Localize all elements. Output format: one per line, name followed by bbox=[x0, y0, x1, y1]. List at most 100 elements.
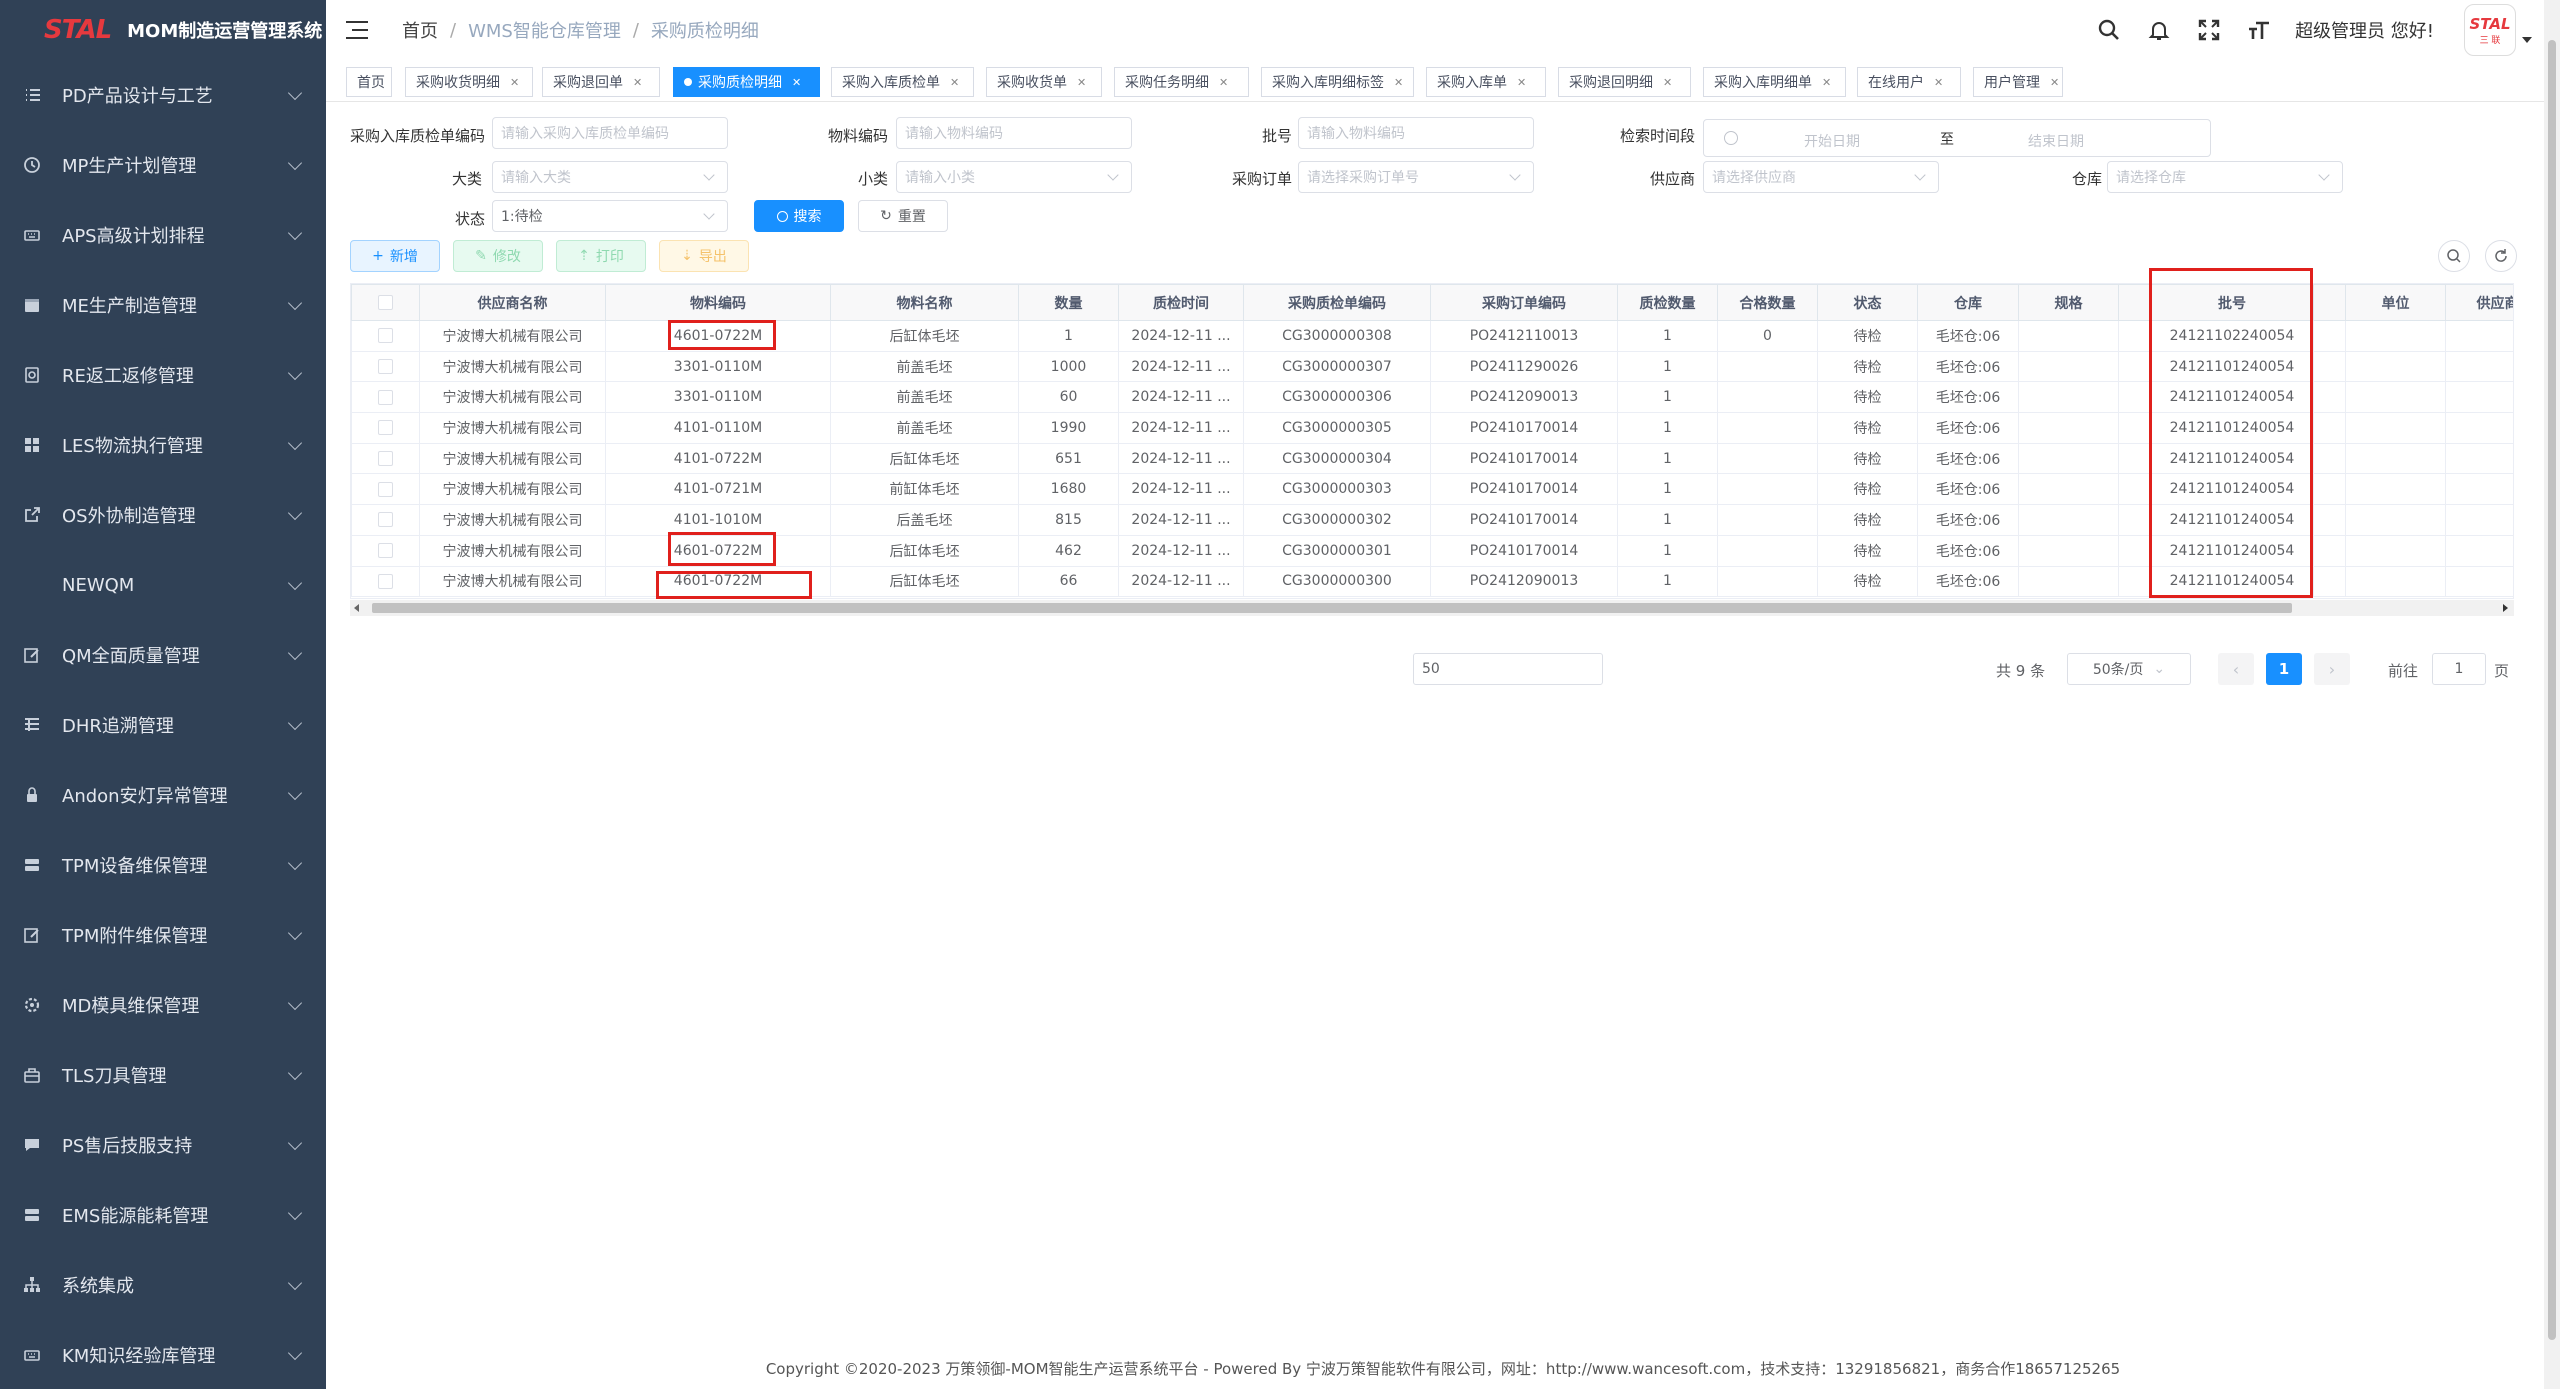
close-icon[interactable]: ✕ bbox=[950, 76, 959, 89]
sidebar-item-17[interactable]: 系统集成 bbox=[0, 1250, 326, 1320]
close-icon[interactable]: ✕ bbox=[1663, 76, 1672, 89]
breadcrumb-home[interactable]: 首页 bbox=[402, 17, 438, 43]
sidebar-item-14[interactable]: TLS刀具管理 bbox=[0, 1040, 326, 1110]
sidebar-item-1[interactable]: MP生产计划管理 bbox=[0, 130, 326, 200]
tag-12[interactable]: 用户管理 ✕ bbox=[1973, 67, 2063, 97]
row-checkbox[interactable] bbox=[378, 512, 393, 528]
sidebar-item-5[interactable]: LES物流执行管理 bbox=[0, 410, 326, 480]
column-header[interactable] bbox=[2313, 284, 2346, 321]
column-header[interactable]: 状态 bbox=[1817, 284, 1918, 321]
column-header[interactable]: 规格 bbox=[2018, 284, 2119, 321]
breadcrumb-wms[interactable]: WMS智能仓库管理 bbox=[468, 17, 621, 43]
sidebar-item-8[interactable]: QM全面质量管理 bbox=[0, 620, 326, 690]
row-checkbox[interactable] bbox=[378, 389, 393, 405]
row-checkbox-cell[interactable] bbox=[351, 320, 420, 352]
column-header[interactable]: 质检时间 bbox=[1118, 284, 1244, 321]
page-size-select[interactable]: 50条/页 ⌄ bbox=[2067, 653, 2191, 685]
sidebar-item-10[interactable]: Andon安灯异常管理 bbox=[0, 760, 326, 830]
row-checkbox-cell[interactable] bbox=[351, 534, 420, 567]
search-button[interactable]: 搜索 bbox=[754, 200, 844, 232]
close-icon[interactable]: ✕ bbox=[633, 76, 642, 89]
export-button[interactable]: ⇣ 导出 bbox=[659, 240, 749, 272]
start-date[interactable]: 开始日期 bbox=[1804, 131, 1860, 151]
hamburger-icon[interactable] bbox=[346, 20, 372, 40]
row-checkbox[interactable] bbox=[378, 543, 393, 559]
close-icon[interactable]: ✕ bbox=[1219, 76, 1228, 89]
row-checkbox-cell[interactable] bbox=[351, 442, 420, 475]
sidebar-item-0[interactable]: PD产品设计与工艺 bbox=[0, 60, 326, 130]
scroll-right-icon[interactable] bbox=[2503, 604, 2508, 612]
sidebar-item-15[interactable]: PS售后技服支持 bbox=[0, 1110, 326, 1180]
warehouse-select[interactable]: 请选择仓库 bbox=[2107, 161, 2343, 193]
sidebar-item-13[interactable]: MD模具维保管理 bbox=[0, 970, 326, 1040]
close-icon[interactable]: ✕ bbox=[1934, 76, 1943, 89]
row-checkbox[interactable] bbox=[378, 328, 393, 344]
sidebar-item-18[interactable]: KM知识经验库管理 bbox=[0, 1320, 326, 1389]
app-logo[interactable]: STAL MOM制造运营管理系统 bbox=[0, 0, 326, 60]
sidebar-item-7[interactable]: NEWQM bbox=[0, 550, 326, 620]
tag-6[interactable]: 采购任务明细 ✕ bbox=[1114, 67, 1249, 97]
scroll-left-icon[interactable] bbox=[354, 604, 359, 612]
column-header[interactable]: 合格数量 bbox=[1717, 284, 1818, 321]
material-code-input[interactable]: 请输入物料编码 bbox=[896, 117, 1132, 149]
subcategory-select[interactable]: 请输入小类 bbox=[896, 161, 1132, 193]
row-checkbox-cell[interactable] bbox=[351, 504, 420, 536]
next-page-button[interactable]: › bbox=[2314, 653, 2350, 685]
select-all-checkbox-cell[interactable] bbox=[351, 284, 420, 321]
column-header[interactable]: 数量 bbox=[1018, 284, 1119, 321]
row-checkbox-cell[interactable] bbox=[351, 412, 420, 444]
tag-1[interactable]: 采购收货明细 ✕ bbox=[405, 67, 533, 97]
row-checkbox[interactable] bbox=[378, 481, 393, 497]
date-range-picker[interactable]: 开始日期 至 结束日期 bbox=[1703, 119, 2211, 157]
vertical-scrollbar[interactable] bbox=[2544, 0, 2560, 1389]
tag-8[interactable]: 采购入库单 ✕ bbox=[1426, 67, 1546, 97]
add-button[interactable]: + 新增 bbox=[350, 240, 440, 272]
tag-5[interactable]: 采购收货单 ✕ bbox=[986, 67, 1102, 97]
row-checkbox-cell[interactable] bbox=[351, 473, 420, 506]
tag-10[interactable]: 采购入库明细单 ✕ bbox=[1703, 67, 1846, 97]
tag-0[interactable]: 首页 bbox=[346, 67, 392, 97]
close-icon[interactable]: ✕ bbox=[1077, 76, 1086, 89]
current-page[interactable]: 1 bbox=[2266, 653, 2302, 685]
tag-7[interactable]: 采购入库明细标签 ✕ bbox=[1261, 67, 1414, 97]
row-checkbox[interactable] bbox=[378, 451, 393, 467]
column-header[interactable]: 质检数量 bbox=[1617, 284, 1718, 321]
end-date[interactable]: 结束日期 bbox=[2028, 131, 2084, 151]
tag-2[interactable]: 采购退回单 ✕ bbox=[542, 67, 660, 97]
column-header[interactable]: 供应商... bbox=[2445, 284, 2513, 321]
jump-input[interactable]: 50 bbox=[1413, 653, 1603, 685]
avatar[interactable]: STAL 三 联 bbox=[2464, 4, 2516, 56]
batch-input[interactable]: 请输入物料编码 bbox=[1298, 117, 1534, 149]
bell-icon[interactable] bbox=[2145, 16, 2173, 44]
sidebar-item-16[interactable]: EMS能源能耗管理 bbox=[0, 1180, 326, 1250]
tag-9[interactable]: 采购退回明细 ✕ bbox=[1558, 67, 1691, 97]
row-checkbox[interactable] bbox=[378, 420, 393, 436]
scroll-thumb[interactable] bbox=[372, 603, 2292, 613]
purchase-order-select[interactable]: 请选择采购订单号 bbox=[1298, 161, 1534, 193]
column-header[interactable]: 物料名称 bbox=[830, 284, 1019, 321]
sidebar-item-2[interactable]: APS高级计划排程 bbox=[0, 200, 326, 270]
column-header[interactable]: 采购订单编码 bbox=[1430, 284, 1618, 321]
scroll-thumb[interactable] bbox=[2548, 40, 2556, 1340]
sidebar-item-11[interactable]: TPM设备维保管理 bbox=[0, 830, 326, 900]
horizontal-scrollbar[interactable] bbox=[350, 600, 2514, 616]
column-header[interactable]: 仓库 bbox=[1917, 284, 2019, 321]
column-header[interactable]: 采购质检单编码 bbox=[1243, 284, 1431, 321]
row-checkbox-cell[interactable] bbox=[351, 381, 420, 414]
close-icon[interactable]: ✕ bbox=[1517, 76, 1526, 89]
toggle-search-button[interactable] bbox=[2438, 240, 2470, 272]
reset-button[interactable]: ↻ 重置 bbox=[858, 200, 948, 232]
fullscreen-icon[interactable] bbox=[2195, 16, 2223, 44]
close-icon[interactable]: ✕ bbox=[792, 76, 801, 89]
row-checkbox-cell[interactable] bbox=[351, 565, 420, 598]
row-checkbox-cell[interactable] bbox=[351, 350, 420, 383]
sidebar-item-3[interactable]: ME生产制造管理 bbox=[0, 270, 326, 340]
column-header[interactable] bbox=[2118, 284, 2151, 321]
select-all-checkbox[interactable] bbox=[378, 295, 393, 310]
close-icon[interactable]: ✕ bbox=[2050, 76, 2059, 89]
column-header[interactable]: 供应商名称 bbox=[419, 284, 606, 321]
sidebar-item-6[interactable]: OS外协制造管理 bbox=[0, 480, 326, 550]
column-header[interactable]: 单位 bbox=[2345, 284, 2446, 321]
close-icon[interactable]: ✕ bbox=[510, 76, 519, 89]
edit-button[interactable]: ✎ 修改 bbox=[453, 240, 543, 272]
